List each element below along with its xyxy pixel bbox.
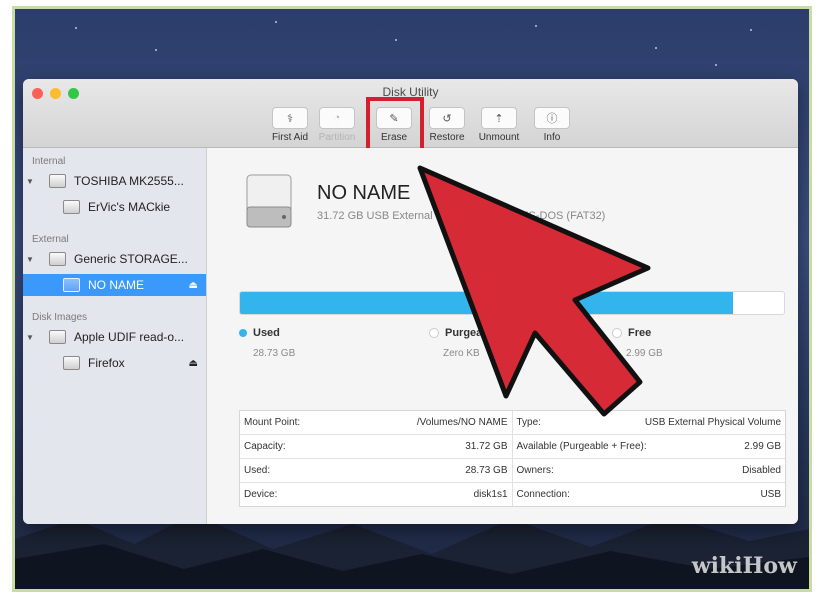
sidebar-item-label: Firefox [88, 356, 125, 370]
info-key: Connection: [516, 489, 570, 500]
volume-detail-pane: NO NAME 31.72 GB USB External Physical V… [207, 148, 798, 524]
star [155, 49, 157, 51]
info-row: Used: 28.73 GB Owners: Disabled [240, 459, 785, 483]
disclosure-triangle-icon[interactable]: ▼ [23, 255, 37, 264]
sidebar-item-label: Generic STORAGE... [74, 252, 188, 266]
titlebar: Disk Utility ⚕ First Aid ◔ Partition ✎ E… [23, 79, 798, 155]
volume-icon [63, 200, 80, 214]
info-row: Capacity: 31.72 GB Available (Purgeable +… [240, 435, 785, 459]
section-disk-images: Disk Images [32, 312, 88, 323]
info-value: disk1s1 [473, 489, 508, 500]
info-value: Disabled [742, 465, 781, 476]
info-key: Type: [516, 417, 541, 428]
erase-highlight-box [366, 97, 424, 155]
info-value: USB External Physical Volume [644, 417, 781, 428]
unmount-icon: ⇡ [481, 107, 517, 129]
info-value: 2.99 GB [744, 441, 781, 452]
partition-button[interactable]: ◔ Partition [311, 107, 363, 143]
section-internal: Internal [32, 156, 66, 167]
star [655, 47, 657, 49]
legend-free-title: Free [628, 327, 652, 339]
volume-info-table: Mount Point: /Volumes/NO NAME Type: USB Ex… [239, 410, 786, 507]
usage-bar [239, 291, 785, 315]
restore-label: Restore [429, 132, 465, 143]
info-value: 31.72 GB [465, 441, 508, 452]
disclosure-triangle-icon[interactable]: ▼ [23, 333, 37, 342]
info-key: Owners: [516, 465, 554, 476]
unmount-label: Unmount [478, 132, 520, 143]
info-key: Mount Point: [244, 417, 301, 428]
info-value: 28.73 GB [465, 465, 508, 476]
info-button[interactable]: ⓘ Info [526, 107, 578, 143]
first-aid-label: First Aid [271, 132, 309, 143]
star [715, 64, 717, 66]
star [395, 39, 397, 41]
first-aid-button[interactable]: ⚕ First Aid [264, 107, 316, 143]
sidebar-item-no-name[interactable]: NO NAME ⏏ [23, 274, 206, 296]
legend-used-value: 28.73 GB [253, 348, 296, 359]
star [275, 21, 277, 23]
info-key: Capacity: [244, 441, 286, 452]
sidebar: Internal ▼ TOSHIBA MK2555... ErVic's MAC… [23, 148, 207, 524]
used-dot-icon [239, 329, 247, 337]
eject-icon[interactable]: ⏏ [189, 358, 198, 369]
info-row: Device: disk1s1 Connection: USB [240, 483, 785, 506]
info-row: Mount Point: /Volumes/NO NAME Type: USB Ex… [240, 411, 785, 435]
volume-name: NO NAME [317, 182, 411, 204]
legend-used-title: Used [253, 327, 280, 339]
sidebar-item-toshiba[interactable]: ▼ TOSHIBA MK2555... [23, 170, 206, 192]
disclosure-triangle-icon[interactable]: ▼ [23, 177, 37, 186]
restore-button[interactable]: ↺ Restore [421, 107, 473, 143]
info-key: Device: [244, 489, 278, 500]
info-label: Info [543, 132, 561, 143]
sidebar-item-ervic-mackie[interactable]: ErVic's MACkie [23, 196, 206, 218]
section-external: External [32, 234, 69, 245]
wikihow-watermark: wikiHow [691, 553, 797, 579]
legend-purgeable-title: Purgeable [445, 327, 499, 339]
info-value: /Volumes/NO NAME [416, 417, 508, 428]
usage-bar-used-fill [240, 292, 733, 314]
sidebar-item-generic-storage[interactable]: ▼ Generic STORAGE... [23, 248, 206, 270]
star [75, 27, 77, 29]
unmount-button[interactable]: ⇡ Unmount [473, 107, 525, 143]
volume-subtitle: 31.72 GB USB External Physical Volume MS… [317, 210, 606, 222]
info-icon: ⓘ [534, 107, 570, 129]
info-key: Used: [244, 465, 271, 476]
legend-purgeable: Purgeable Zero KB [429, 327, 498, 359]
external-drive-icon [49, 252, 66, 266]
disk-utility-window: Disk Utility ⚕ First Aid ◔ Partition ✎ E… [23, 79, 798, 524]
info-value: USB [760, 489, 781, 500]
volume-drive-icon [246, 174, 292, 228]
legend-used: Used 28.73 GB [239, 327, 295, 359]
desktop-background: Disk Utility ⚕ First Aid ◔ Partition ✎ E… [12, 6, 812, 592]
legend-purgeable-value: Zero KB [443, 348, 480, 359]
legend-free-value: 2.99 GB [626, 348, 663, 359]
sidebar-item-apple-udif[interactable]: ▼ Apple UDIF read-o... [23, 326, 206, 348]
legend-free: Free 2.99 GB [612, 327, 663, 359]
hard-drive-icon [49, 174, 66, 188]
partition-label: Partition [318, 132, 356, 143]
restore-icon: ↺ [429, 107, 465, 129]
free-dot-icon [612, 328, 622, 338]
sidebar-item-label: TOSHIBA MK2555... [74, 174, 184, 188]
eject-icon[interactable]: ⏏ [189, 280, 198, 291]
volume-icon [63, 356, 80, 370]
sidebar-item-label: Apple UDIF read-o... [74, 330, 185, 344]
sidebar-item-firefox[interactable]: Firefox ⏏ [23, 352, 206, 374]
star [535, 25, 537, 27]
partition-icon: ◔ [319, 107, 355, 129]
sidebar-item-label: NO NAME [88, 278, 145, 292]
info-key: Available (Purgeable + Free): [516, 441, 647, 452]
sidebar-item-label: ErVic's MACkie [88, 200, 171, 214]
stethoscope-icon: ⚕ [272, 107, 308, 129]
purgeable-dot-icon [429, 328, 439, 338]
volume-icon [63, 278, 80, 292]
star [750, 29, 752, 31]
disk-image-icon [49, 330, 66, 344]
